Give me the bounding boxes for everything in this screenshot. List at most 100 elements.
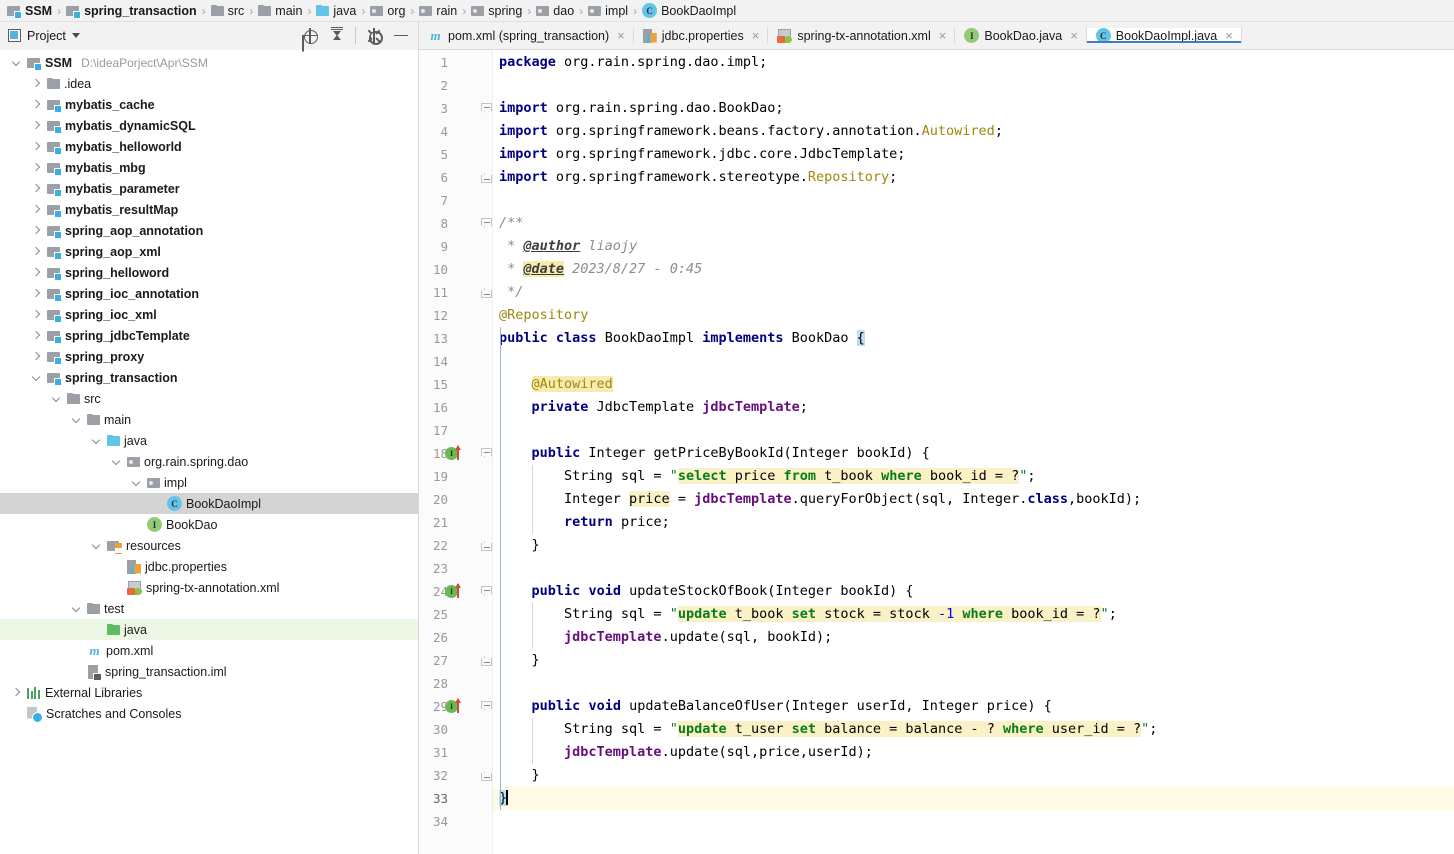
close-icon[interactable]: × [752,29,760,42]
code-line[interactable]: * @date 2023/8/27 - 0:45 [493,258,1454,281]
editor-tab-bookdao-java[interactable]: I BookDao.java × [955,28,1087,43]
chevron-down-icon[interactable] [50,392,63,405]
close-icon[interactable]: × [939,29,947,42]
implementing-method-icon[interactable]: I [445,445,465,461]
tree-node-spring-proxy[interactable]: spring_proxy [0,346,418,367]
chevron-right-icon[interactable] [30,161,43,174]
chevron-right-icon[interactable] [30,98,43,111]
tree-node-ssm[interactable]: SSM D:\ideaPorject\Apr\SSM [0,52,418,73]
code-line[interactable]: * @author liaojy [493,235,1454,258]
tree-node-resources[interactable]: resources [0,535,418,556]
editor-tab-spring-tx-annotation-xml[interactable]: spring-tx-annotation.xml × [768,28,956,43]
breadcrumb-item-org[interactable]: org [367,0,408,22]
chevron-right-icon[interactable] [30,119,43,132]
code-line[interactable]: } [493,787,1454,810]
code-line[interactable]: import org.springframework.stereotype.Re… [493,166,1454,189]
chevron-right-icon[interactable] [30,140,43,153]
tree-node-pom-xml[interactable]: m pom.xml [0,640,418,661]
code-line[interactable]: @Autowired [493,373,1454,396]
chevron-right-icon[interactable] [30,77,43,90]
tree-node-bookdaoimpl[interactable]: C BookDaoImpl [0,493,418,514]
code-line[interactable]: String sql = "select price from t_book w… [493,465,1454,488]
code-editor[interactable]: 1 2 3 4 5 6 7 8 9 10 11 12 13 14 15 16 17 18 19 20 21 22 23 24 2… [419,50,1454,854]
code-line[interactable] [493,419,1454,442]
code-line[interactable]: return price; [493,511,1454,534]
code-fold-start-icon[interactable] [481,586,492,598]
code-line[interactable]: import org.springframework.jdbc.core.Jdb… [493,143,1454,166]
chevron-right-icon[interactable] [30,350,43,363]
code-line[interactable] [493,672,1454,695]
breadcrumb-item-ssm[interactable]: SSM [4,0,55,22]
tree-node-spring-transaction[interactable]: spring_transaction [0,367,418,388]
tree-node--idea[interactable]: .idea [0,73,418,94]
code-line[interactable]: @Repository [493,304,1454,327]
code-line[interactable]: } [493,534,1454,557]
implementing-method-icon[interactable]: I [445,583,465,599]
chevron-right-icon[interactable] [30,287,43,300]
code-fold-end-icon[interactable] [481,654,492,666]
code-fold-start-icon[interactable] [481,701,492,713]
chevron-down-icon[interactable] [130,476,143,489]
chevron-down-icon[interactable] [70,413,83,426]
code-line[interactable] [493,810,1454,833]
editor-gutter[interactable]: 1 2 3 4 5 6 7 8 9 10 11 12 13 14 15 16 17 18 19 20 21 22 23 24 2… [419,50,493,854]
code-line[interactable]: package org.rain.spring.dao.impl; [493,51,1454,74]
code-line[interactable]: Integer price = jdbcTemplate.queryForObj… [493,488,1454,511]
code-line[interactable]: public void updateStockOfBook(Integer bo… [493,580,1454,603]
breadcrumb-item-impl[interactable]: impl [585,0,631,22]
chevron-right-icon[interactable] [30,308,43,321]
chevron-right-icon[interactable] [10,686,23,699]
tree-node-src[interactable]: src [0,388,418,409]
breadcrumb-item-dao[interactable]: dao [533,0,577,22]
code-line[interactable]: /** [493,212,1454,235]
breadcrumb-item-java[interactable]: java [313,0,359,22]
code-fold-start-icon[interactable] [481,218,492,230]
code-line[interactable]: jdbcTemplate.update(sql,price,userId); [493,741,1454,764]
breadcrumb-item-spring[interactable]: spring [468,0,525,22]
tree-node-java[interactable]: java [0,619,418,640]
code-fold-end-icon[interactable] [481,539,492,551]
chevron-down-icon[interactable] [71,33,80,38]
code-line[interactable]: import org.rain.spring.dao.BookDao; [493,97,1454,120]
implementing-method-icon[interactable]: I [445,698,465,714]
code-line[interactable]: public class BookDaoImpl implements Book… [493,327,1454,350]
code-line[interactable]: } [493,764,1454,787]
code-line[interactable]: public Integer getPriceByBookId(Integer … [493,442,1454,465]
tree-node-external-libraries[interactable]: External Libraries [0,682,418,703]
hide-icon[interactable] [392,27,410,45]
chevron-right-icon[interactable] [30,245,43,258]
tree-node-mybatis-resultmap[interactable]: mybatis_resultMap [0,199,418,220]
tree-node-org-rain-spring-dao[interactable]: org.rain.spring.dao [0,451,418,472]
breadcrumb-item-main[interactable]: main [255,0,305,22]
code-fold-end-icon[interactable] [481,769,492,781]
tree-node-scratches-and-consoles[interactable]: Scratches and Consoles [0,703,418,724]
chevron-down-icon[interactable] [110,455,123,468]
code-fold-start-icon[interactable] [481,103,492,115]
code-line[interactable]: } [493,649,1454,672]
tree-node-java[interactable]: java [0,430,418,451]
close-icon[interactable]: × [1225,29,1233,42]
code-content[interactable]: package org.rain.spring.dao.impl; import … [493,50,1454,854]
code-line[interactable]: public void updateBalanceOfUser(Integer … [493,695,1454,718]
gear-icon[interactable] [365,27,383,45]
code-line[interactable] [493,189,1454,212]
code-line[interactable]: String sql = "update t_user set balance … [493,718,1454,741]
chevron-down-icon[interactable] [30,371,43,384]
code-line[interactable]: jdbcTemplate.update(sql, bookId); [493,626,1454,649]
chevron-right-icon[interactable] [30,329,43,342]
tree-node-mybatis-helloworld[interactable]: mybatis_helloworld [0,136,418,157]
code-fold-end-icon[interactable] [481,286,492,298]
tree-node-mybatis-dynamicsql[interactable]: mybatis_dynamicSQL [0,115,418,136]
breadcrumb-item-spring-transaction[interactable]: spring_transaction [63,0,200,22]
locate-icon[interactable] [301,27,319,45]
close-icon[interactable]: × [617,29,625,42]
code-fold-end-icon[interactable] [481,171,492,183]
tree-node-spring-tx-annotation-xml[interactable]: spring-tx-annotation.xml [0,577,418,598]
tree-node-mybatis-parameter[interactable]: mybatis_parameter [0,178,418,199]
code-line[interactable] [493,557,1454,580]
chevron-right-icon[interactable] [30,203,43,216]
editor-tab-jdbc-properties[interactable]: jdbc.properties × [634,28,769,43]
tree-node-spring-ioc-xml[interactable]: spring_ioc_xml [0,304,418,325]
code-line[interactable]: String sql = "update t_book set stock = … [493,603,1454,626]
tree-node-mybatis-mbg[interactable]: mybatis_mbg [0,157,418,178]
